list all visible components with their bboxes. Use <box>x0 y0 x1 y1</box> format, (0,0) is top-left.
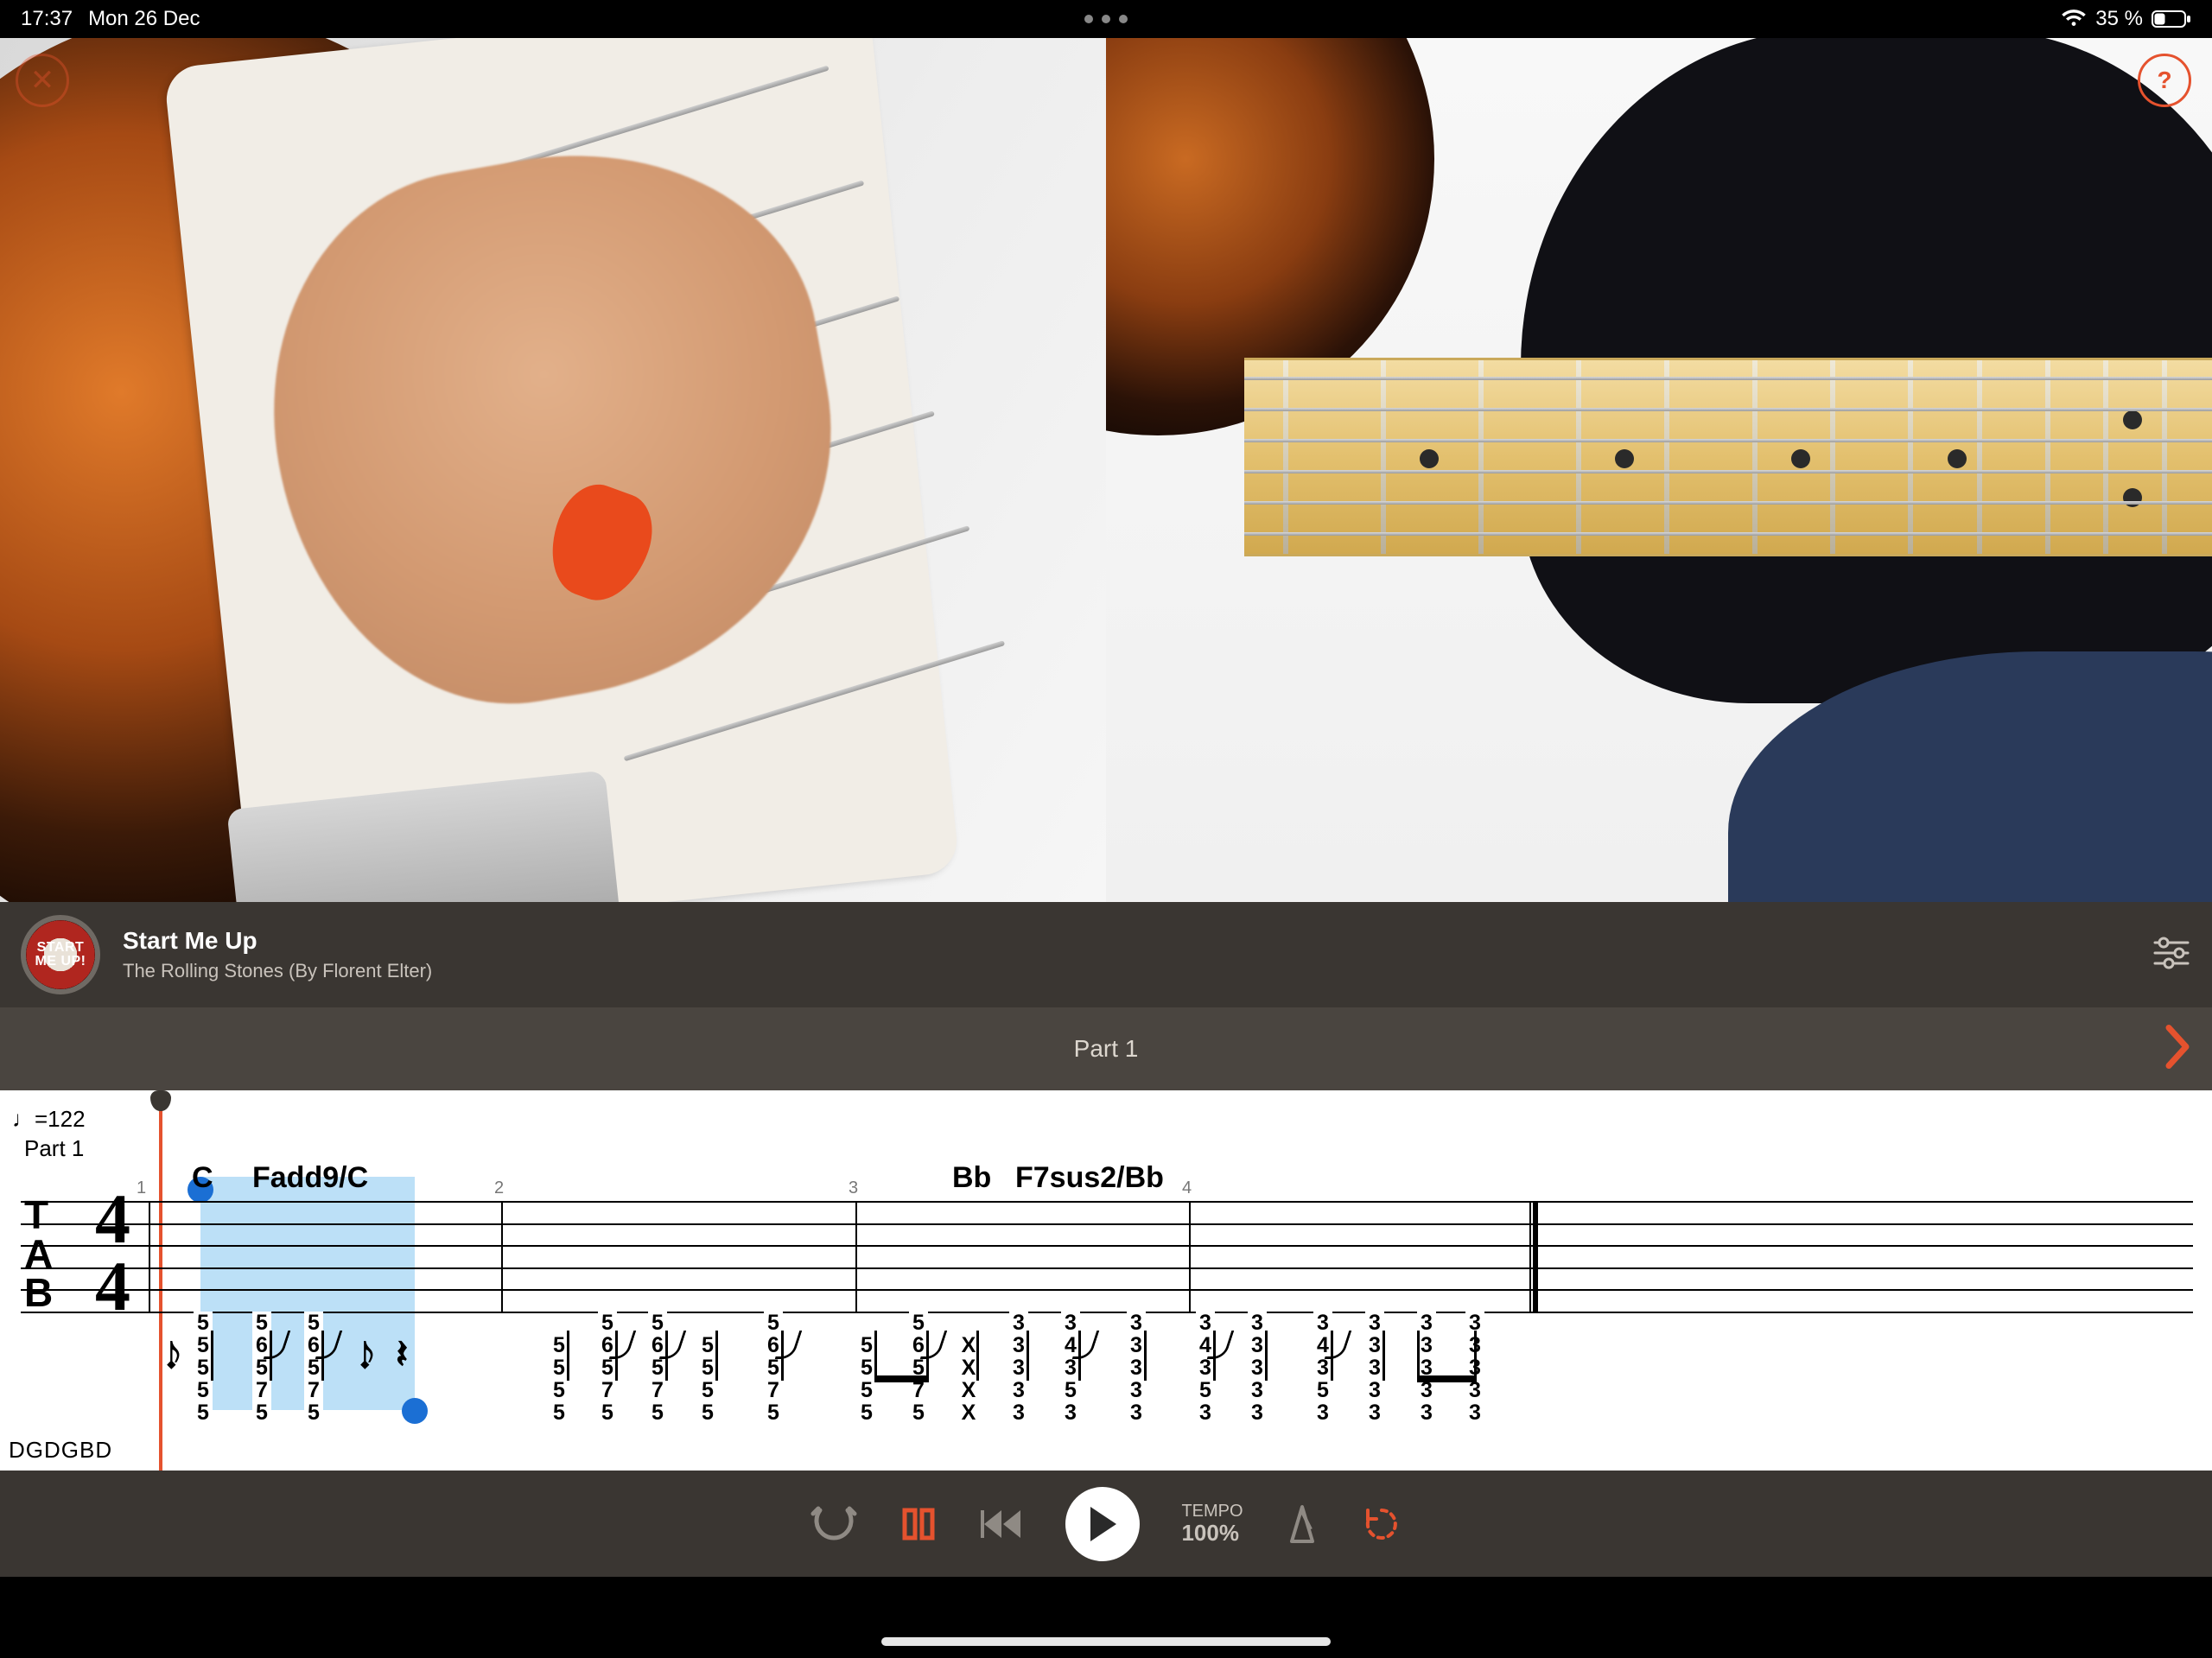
count-in-button[interactable] <box>810 1503 858 1545</box>
song-artwork[interactable]: START ME UP! <box>21 915 100 994</box>
rhythm-stem <box>1265 1331 1268 1381</box>
rhythm-stem <box>1144 1331 1147 1381</box>
bar-number: 2 <box>494 1178 504 1198</box>
help-icon: ? <box>2157 67 2171 94</box>
chord-label: Fadd9/C <box>252 1161 368 1195</box>
chord-label: Bb <box>952 1161 991 1195</box>
tab-clef: TAB <box>24 1196 51 1312</box>
rhythm-stem <box>270 1331 272 1381</box>
status-time: 17:37 <box>21 7 73 31</box>
song-artwork-text: START ME UP! <box>26 941 95 969</box>
lesson-video[interactable]: ✕ ? <box>0 38 2212 902</box>
multitask-dots[interactable] <box>1084 15 1128 23</box>
eighth-rest: 𝆺𝅥𝅮 <box>166 1339 181 1378</box>
close-button[interactable]: ✕ <box>16 54 69 107</box>
tablature-area[interactable]: ♩=122 Part 1 DGDGBD CFadd9/CBbF7sus2/Bb … <box>0 1090 2212 1471</box>
tempo-value: 100% <box>1181 1521 1243 1546</box>
tab-staff: TAB 44 1234 555555657556575 555556575565… <box>21 1201 2193 1312</box>
loop-button[interactable] <box>899 1505 938 1543</box>
rhythm-beam <box>874 1375 929 1382</box>
play-icon <box>1085 1505 1120 1543</box>
rhythm-stem <box>567 1331 569 1381</box>
bar-number: 4 <box>1182 1178 1192 1198</box>
count-in-icon <box>810 1503 858 1545</box>
history-icon <box>1361 1503 1402 1545</box>
chord-label: F7sus2/Bb <box>1015 1161 1164 1195</box>
sliders-icon <box>2152 936 2191 970</box>
tempo-button[interactable]: TEMPO 100% <box>1181 1502 1243 1546</box>
next-part-button[interactable] <box>2164 1025 2193 1074</box>
part-label: Part 1 <box>1074 1035 1139 1063</box>
bar-number: 1 <box>137 1178 146 1198</box>
metronome-icon <box>1285 1503 1319 1545</box>
rhythm-stem <box>665 1331 668 1381</box>
song-info-bar: START ME UP! Start Me Up The Rolling Sto… <box>0 902 2212 1007</box>
video-picking-hand <box>0 38 1106 902</box>
song-title: Start Me Up <box>123 927 432 955</box>
transport-controls: TEMPO 100% <box>0 1471 2212 1577</box>
metronome-button[interactable] <box>1285 1503 1319 1545</box>
wifi-icon <box>2061 10 2087 29</box>
rewind-icon <box>979 1507 1024 1541</box>
eighth-rest: 𝆺𝅥𝅮 <box>359 1339 374 1378</box>
bar-number: 3 <box>849 1178 858 1198</box>
time-signature: 44 <box>95 1185 130 1320</box>
section-label: Part 1 <box>24 1135 84 1162</box>
tempo-marking: ♩=122 <box>12 1106 86 1133</box>
quarter-rest: 𝄽 <box>396 1331 408 1379</box>
home-indicator[interactable] <box>881 1637 1331 1646</box>
status-bar: 17:37 Mon 26 Dec 35 % <box>0 0 2212 38</box>
chevron-right-icon <box>2164 1025 2193 1070</box>
help-button[interactable]: ? <box>2138 54 2191 107</box>
rhythm-stem <box>1078 1331 1081 1381</box>
rhythm-stem <box>715 1331 718 1381</box>
rhythm-stem <box>781 1331 784 1381</box>
loop-end-handle[interactable] <box>402 1398 428 1424</box>
rhythm-beam <box>1417 1375 1477 1382</box>
rhythm-stem <box>1331 1331 1333 1381</box>
play-button[interactable] <box>1065 1487 1140 1561</box>
rewind-button[interactable] <box>979 1507 1024 1541</box>
rhythm-row: 𝆺𝅥𝅮 𝆺𝅥𝅮 𝄽 <box>21 1331 2193 1400</box>
song-subtitle: The Rolling Stones (By Florent Elter) <box>123 960 432 982</box>
rhythm-stem <box>1213 1331 1216 1381</box>
rhythm-stem <box>211 1331 213 1381</box>
rhythm-stem <box>976 1331 979 1381</box>
rhythm-stem <box>1027 1331 1029 1381</box>
rhythm-stem <box>1382 1331 1385 1381</box>
part-selector[interactable]: Part 1 <box>0 1007 2212 1090</box>
mixer-button[interactable] <box>2152 936 2191 975</box>
rhythm-stem <box>321 1331 324 1381</box>
speed-trainer-button[interactable] <box>1361 1503 1402 1545</box>
status-battery-text: 35 % <box>2095 7 2143 31</box>
battery-icon <box>2152 10 2191 29</box>
tempo-label: TEMPO <box>1181 1502 1243 1521</box>
close-icon: ✕ <box>30 66 55 95</box>
chord-label: C <box>192 1161 213 1195</box>
loop-icon <box>899 1505 938 1543</box>
status-date: Mon 26 Dec <box>88 7 200 31</box>
video-fretting-hand <box>1106 38 2212 902</box>
tuning-label: DGDGBD <box>9 1437 112 1464</box>
rhythm-stem <box>615 1331 618 1381</box>
